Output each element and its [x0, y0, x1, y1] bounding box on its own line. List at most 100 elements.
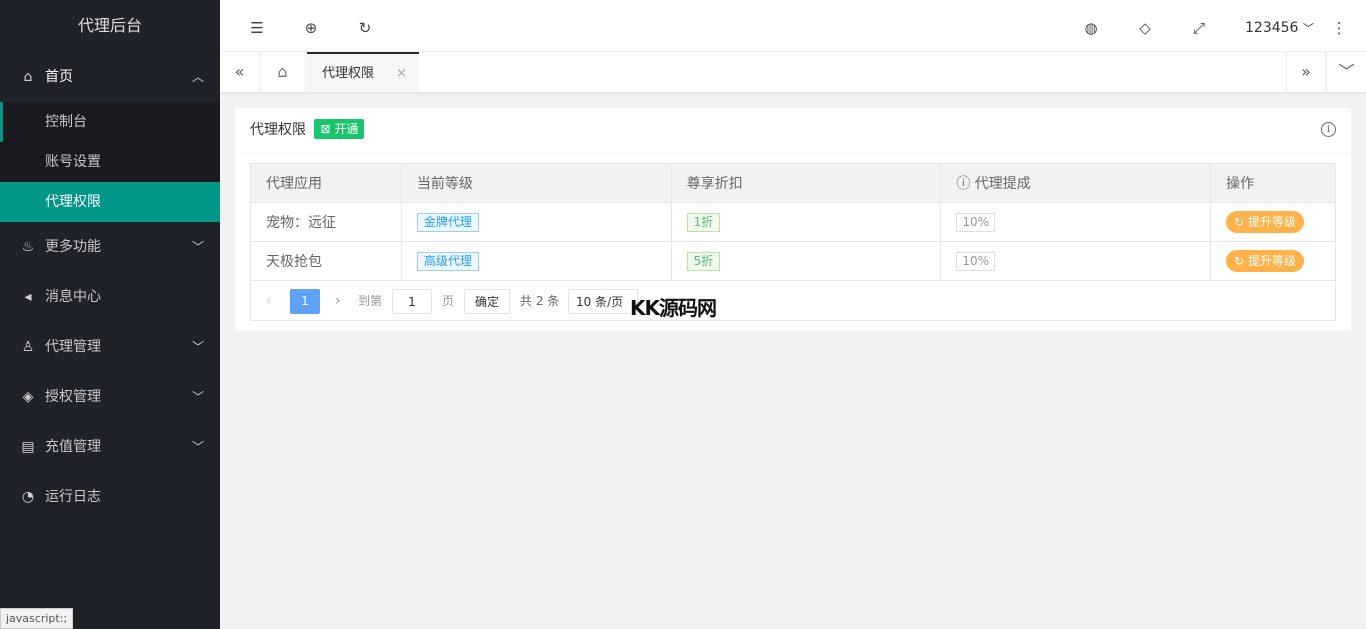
menu-collapse-icon[interactable]: ☰	[242, 3, 272, 55]
page-current[interactable]: 1	[290, 289, 320, 314]
confirm-button[interactable]: 确定	[464, 289, 510, 314]
tab-bar: « ⌂ 代理权限 × » ﹀	[220, 52, 1366, 93]
status-bar: javascript:;	[0, 608, 74, 629]
more-vertical-icon[interactable]: ⋮	[1324, 3, 1354, 55]
upgrade-icon: ↻	[1234, 254, 1245, 268]
close-icon[interactable]: ×	[396, 54, 407, 94]
nav-account-settings[interactable]: 账号设置	[0, 142, 220, 182]
total-count: 共 2 条	[520, 294, 560, 308]
commission-badge: 10%	[956, 212, 996, 232]
cell-app: 天极抢包	[250, 241, 402, 281]
level-badge: 高级代理	[416, 251, 479, 271]
page-size-select[interactable]: 10 条/页	[568, 289, 638, 314]
cell-discount: 5折	[670, 241, 942, 281]
nav-agent-permissions[interactable]: 代理权限	[0, 182, 220, 222]
tab-scroll-right-icon[interactable]: »	[1286, 52, 1326, 92]
sidebar: 代理后台 ⌂ 首页 ︿ 控制台 账号设置 代理权限 ♨ 更多功能 ﹀ ◂ 消息中…	[0, 0, 220, 629]
tab-home-icon[interactable]: ⌂	[260, 52, 306, 92]
cell-commission: 10%	[940, 241, 1212, 281]
pagination: ‹ 1 › 到第 1 页 确定 共 2 条 10 条/页	[250, 281, 1336, 321]
coin-icon: ⓘ	[956, 176, 971, 192]
chevron-down-icon: ﹀	[1302, 22, 1314, 35]
nav-home-label: 首页	[45, 69, 73, 85]
upgrade-icon: ↻	[1234, 215, 1245, 229]
nav-auth[interactable]: ◈ 授权管理 ﹀	[0, 372, 220, 422]
gauge-icon: ◔	[21, 489, 35, 505]
tag-icon[interactable]: ◇	[1130, 3, 1160, 55]
nav-messages-label: 消息中心	[45, 289, 101, 305]
upgrade-button[interactable]: ↻ 提升等级	[1226, 250, 1304, 272]
user-menu[interactable]: 123456 ﹀	[1245, 3, 1314, 55]
globe-icon[interactable]: ⊕	[296, 3, 326, 55]
nav-agents[interactable]: ♙ 代理管理 ﹀	[0, 322, 220, 372]
badge-label: 开通	[334, 122, 359, 136]
permissions-table: 代理应用 当前等级 尊享折扣 ⓘ 代理提成 操作 宠物：远征 金牌代理 1折 1…	[250, 163, 1336, 281]
upgrade-label: 提升等级	[1247, 254, 1296, 268]
nav-messages[interactable]: ◂ 消息中心	[0, 272, 220, 322]
speaker-icon: ◂	[24, 289, 32, 305]
fullscreen-icon[interactable]: ⤢	[1184, 3, 1214, 55]
link-icon: ⊠	[320, 122, 331, 136]
username: 123456	[1245, 20, 1299, 36]
table-row: 宠物：远征 金牌代理 1折 10% ↻ 提升等级	[250, 202, 1336, 242]
cell-level: 金牌代理	[400, 202, 672, 242]
prev-page-icon[interactable]: ‹	[266, 289, 272, 314]
tab-agent-permissions[interactable]: 代理权限 ×	[307, 52, 419, 92]
chevron-up-icon: ︿	[191, 70, 204, 84]
chevron-down-icon: ﹀	[191, 440, 204, 454]
tab-label: 代理权限	[322, 66, 375, 81]
table-row: 天极抢包 高级代理 5折 10% ↻ 提升等级	[250, 241, 1336, 281]
cell-level: 高级代理	[400, 241, 672, 281]
refresh-icon[interactable]: ↻	[350, 3, 380, 55]
home-icon: ⌂	[23, 69, 33, 85]
upgrade-label: 提升等级	[1247, 215, 1296, 229]
chevron-down-icon: ﹀	[191, 390, 204, 404]
cell-action: ↻ 提升等级	[1210, 241, 1336, 281]
wallet-icon: ▤	[21, 439, 35, 455]
table-header-row: 代理应用 当前等级 尊享折扣 ⓘ 代理提成 操作	[250, 163, 1336, 203]
discount-badge: 1折	[686, 212, 721, 232]
page-jump-input[interactable]: 1	[392, 289, 432, 314]
nav-logs-label: 运行日志	[45, 489, 101, 505]
app-logo: 代理后台	[77, 16, 142, 35]
goto-label: 到第	[358, 294, 383, 308]
nav-recharge-label: 充值管理	[45, 439, 101, 455]
home-submenu: 控制台 账号设置 代理权限	[0, 102, 220, 222]
card-title: 代理权限	[250, 122, 306, 138]
nav-logs[interactable]: ◔ 运行日志	[0, 472, 220, 522]
permissions-card: 代理权限 ⊠ 开通 i 代理应用 当前等级 尊享折扣 ⓘ 代理提成 操作 宠物：…	[235, 108, 1351, 331]
page-size-value: 10 条/页	[576, 295, 624, 309]
palette-icon[interactable]: ◍	[1076, 3, 1106, 55]
nav-more-label: 更多功能	[45, 239, 101, 255]
shield-icon: ◈	[22, 389, 34, 405]
col-app: 代理应用	[250, 163, 402, 203]
next-page-icon[interactable]: ›	[335, 289, 341, 314]
page-unit-label: 页	[442, 294, 455, 308]
user-icon: ♙	[21, 339, 35, 355]
nav-dashboard[interactable]: 控制台	[0, 102, 220, 142]
info-icon[interactable]: i	[1321, 122, 1336, 137]
cell-commission: 10%	[940, 202, 1212, 242]
cell-discount: 1折	[670, 202, 942, 242]
nav-more[interactable]: ♨ 更多功能 ﹀	[0, 222, 220, 272]
cell-app: 宠物：远征	[250, 202, 402, 242]
tab-menu-chevron-icon[interactable]: ﹀	[1326, 52, 1366, 92]
tab-scroll-left-icon[interactable]: «	[220, 52, 260, 92]
level-badge: 金牌代理	[416, 212, 479, 232]
col-action: 操作	[1210, 163, 1336, 203]
discount-badge: 5折	[686, 251, 721, 271]
upgrade-button[interactable]: ↻ 提升等级	[1226, 211, 1304, 233]
nav-home[interactable]: ⌂ 首页 ︿	[0, 52, 220, 102]
nav-auth-label: 授权管理	[45, 389, 101, 405]
fire-icon: ♨	[21, 239, 35, 255]
nav-agents-label: 代理管理	[45, 339, 101, 355]
col-commission: ⓘ 代理提成	[940, 163, 1212, 203]
col-level: 当前等级	[400, 163, 672, 203]
col-commission-label: 代理提成	[974, 176, 1031, 192]
status-badge: ⊠ 开通	[314, 119, 365, 139]
card-header: 代理权限 ⊠ 开通 i	[235, 108, 1351, 153]
nav-recharge[interactable]: ▤ 充值管理 ﹀	[0, 422, 220, 472]
col-discount: 尊享折扣	[670, 163, 942, 203]
chevron-down-icon: ﹀	[191, 240, 204, 254]
top-header: ☰ ⊕ ↻ ◍ ◇ ⤢ 123456 ﹀ ⋮	[220, 0, 1366, 52]
